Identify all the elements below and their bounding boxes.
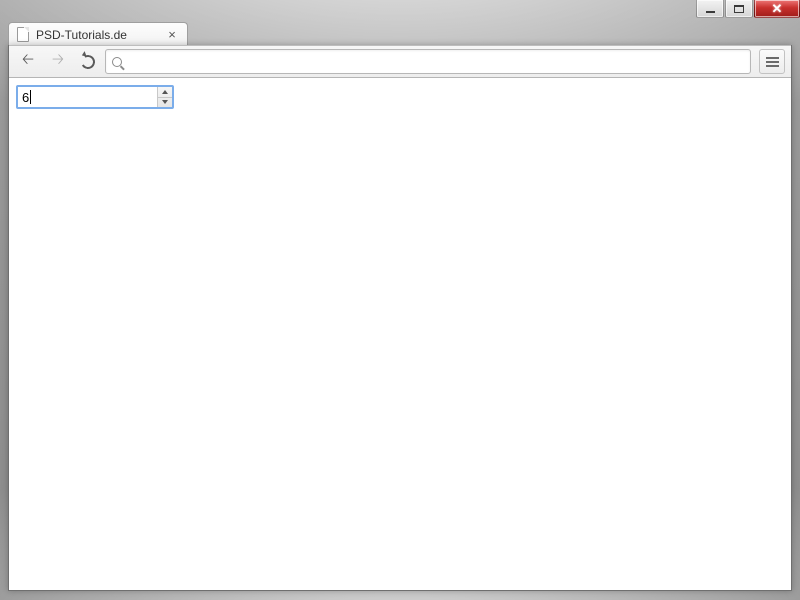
forward-button[interactable]: 🡢 [45,49,71,75]
search-icon [112,57,122,67]
window-titlebar: ✕ [0,0,800,20]
number-input-value[interactable]: 6 [18,87,157,107]
maximize-icon [734,5,744,13]
close-window-button[interactable]: ✕ [754,0,800,18]
page-content: 6 [9,78,791,590]
text-caret [30,90,31,104]
minimize-icon [706,11,715,13]
hamburger-icon [766,57,779,59]
maximize-button[interactable] [725,0,753,18]
close-icon: ✕ [772,1,783,17]
arrow-left-icon: 🡠 [22,49,34,74]
tabstrip: PSD-Tutorials.de × [0,20,800,46]
reload-button[interactable] [75,49,101,75]
file-icon [17,27,30,42]
tab-close-button[interactable]: × [165,28,179,41]
toolbar: 🡠 🡢 [9,45,791,78]
address-bar[interactable] [105,49,751,74]
chevron-up-icon [162,90,168,94]
reload-icon [79,53,96,70]
url-input[interactable] [128,54,744,69]
chevron-down-icon [162,100,168,104]
minimize-button[interactable] [696,0,724,18]
spinner-down-button[interactable] [158,97,172,108]
browser-tab[interactable]: PSD-Tutorials.de × [8,22,188,46]
spinner-up-button[interactable] [158,87,172,97]
window-controls: ✕ [695,0,800,20]
arrow-right-icon: 🡢 [52,49,64,74]
tab-title: PSD-Tutorials.de [36,28,165,42]
back-button[interactable]: 🡠 [15,49,41,75]
menu-button[interactable] [759,49,785,74]
browser-window: 🡠 🡢 6 [8,45,792,591]
number-spinner [157,87,172,107]
number-input[interactable]: 6 [17,86,173,108]
